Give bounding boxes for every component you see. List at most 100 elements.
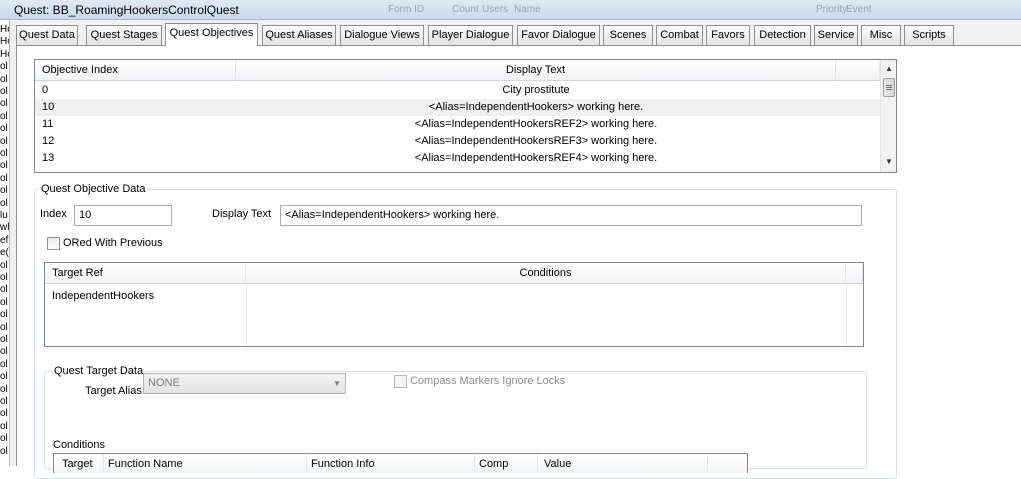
objective-data-group-label: Quest Objective Data [39, 183, 148, 195]
compass-checkbox[interactable] [394, 375, 407, 388]
column-comp[interactable]: Comp [475, 454, 538, 473]
tab-detection[interactable]: Detection [754, 25, 811, 45]
background-strip-text: Ho [0, 48, 9, 60]
background-strip-text: ol [0, 123, 8, 135]
objective-index-cell: 12 [42, 135, 55, 147]
list-item[interactable]: 13 <Alias=IndependentHookersREF4> working… [35, 150, 880, 167]
background-strip-text: ol [0, 135, 8, 147]
objective-index-cell: 0 [42, 84, 49, 96]
background-strip-text: ol [0, 110, 8, 122]
quest-objectives-panel: Objective Index Display Text 0 City prost… [16, 45, 1021, 479]
title-bar: Quest: BB_RoamingHookersControlQuest For… [0, 0, 1021, 20]
column-value[interactable]: Value [538, 454, 708, 473]
tab-quest-objectives[interactable]: Quest Objectives [165, 23, 258, 46]
tab-favors[interactable]: Favors [706, 25, 750, 45]
ghost-column-priority: Priority [816, 4, 848, 15]
objectives-list[interactable]: Objective Index Display Text 0 City prost… [34, 59, 897, 173]
background-strip-text: ol [0, 284, 8, 296]
background-strip-text: ef [0, 234, 9, 246]
background-strip-text: ol [0, 148, 8, 159]
tab-quest-stages[interactable]: Quest Stages [86, 25, 162, 45]
objective-index-cell: 13 [42, 152, 55, 164]
background-strip-text: ol [0, 408, 8, 420]
objective-text-cell: <Alias=IndependentHookersREF3> working h… [414, 135, 658, 147]
background-strip-text: ol [0, 160, 8, 172]
background-strip-text: ol [0, 309, 8, 321]
column-filler [708, 454, 747, 473]
background-strip-text: ol [0, 433, 8, 445]
column-target[interactable]: Target [54, 454, 104, 473]
background-strip-text: wl [0, 222, 10, 234]
list-item[interactable]: 11 <Alias=IndependentHookersREF2> working… [35, 116, 880, 133]
ghost-column-count: Count [452, 4, 479, 15]
objectives-list-header: Objective Index Display Text [35, 60, 880, 81]
objective-text-cell: <Alias=IndependentHookersREF2> working h… [414, 118, 658, 130]
tab-player-dialogue[interactable]: Player Dialogue [428, 25, 513, 45]
background-strip-text: ol [0, 73, 8, 85]
column-function-name[interactable]: Function Name [104, 454, 307, 473]
tab-misc[interactable]: Misc [861, 25, 901, 45]
table-row[interactable]: IndependentHookers [45, 288, 863, 305]
background-strip-text: ol [0, 259, 8, 271]
ghost-column-name: Name [514, 4, 541, 15]
conditions-list[interactable]: Target Function Name Function Info Comp … [53, 453, 748, 473]
scroll-down-icon[interactable]: ▼ [881, 154, 896, 170]
objective-text-cell: <Alias=IndependentHookers> working here. [428, 101, 644, 113]
ored-label: ORed With Previous [63, 237, 163, 249]
background-strip-text: lu [0, 210, 8, 221]
tab-favor-dialogue[interactable]: Favor Dialogue [517, 25, 600, 45]
objective-index-cell: 10 [42, 101, 55, 113]
targets-list[interactable]: Target Ref Conditions IndependentHookers [44, 262, 864, 347]
ored-checkbox[interactable] [47, 237, 60, 250]
display-text-input[interactable]: <Alias=IndependentHookers> working here. [280, 205, 862, 226]
background-strip-text: ol [0, 172, 8, 184]
tab-quest-aliases[interactable]: Quest Aliases [262, 25, 336, 45]
column-objective-index[interactable]: Objective Index [35, 60, 236, 81]
background-strip-text: ol [0, 396, 8, 407]
target-conditions-cell [250, 288, 840, 305]
index-input[interactable]: 10 [74, 205, 172, 226]
background-strip-text: Ho [0, 24, 9, 35]
ghost-column-event: Event [846, 4, 872, 15]
tab-quest-data[interactable]: Quest Data [16, 25, 78, 45]
scroll-thumb[interactable] [883, 78, 895, 97]
tab-scripts[interactable]: Scripts [904, 25, 954, 45]
targets-col-divider [246, 284, 247, 346]
list-item[interactable]: 12 <Alias=IndependentHookersREF3> working… [35, 133, 880, 150]
background-strip-text: ol [0, 334, 8, 345]
background-strip-text: ol [0, 296, 8, 308]
target-data-group-label: Quest Target Data [52, 365, 146, 377]
list-item[interactable]: 10 <Alias=IndependentHookers> working her… [35, 99, 880, 116]
background-strip-text: ol [0, 61, 8, 73]
target-alias-dropdown[interactable]: NONE ▼ [143, 373, 346, 394]
tab-scenes[interactable]: Scenes [603, 25, 653, 45]
tab-dialogue-views[interactable]: Dialogue Views [340, 25, 424, 45]
column-display-text[interactable]: Display Text [236, 60, 836, 81]
compass-label: Compass Markers Ignore Locks [410, 375, 566, 387]
background-strip-text: ol [0, 197, 8, 209]
background-strip-text: ol [0, 185, 8, 197]
tab-service[interactable]: Service [814, 25, 858, 45]
column-target-ref[interactable]: Target Ref [45, 263, 246, 284]
background-strip-text: ol [0, 321, 8, 333]
list-item[interactable]: 0 City prostitute [35, 82, 880, 99]
column-function-info[interactable]: Function Info [307, 454, 475, 473]
background-window-strip: HoHoHoololololololololololololluwlefe(ol… [0, 20, 10, 466]
display-text-label: Display Text [212, 208, 272, 220]
tab-combat[interactable]: Combat [656, 25, 703, 45]
objective-index-cell: 11 [42, 118, 54, 130]
background-strip-text: ol [0, 98, 8, 110]
background-strip-text: ol [0, 371, 8, 383]
column-conditions[interactable]: Conditions [246, 263, 846, 284]
scroll-up-icon[interactable]: ▲ [881, 61, 896, 77]
background-strip-text: ol [0, 86, 8, 97]
background-strip-text: e( [0, 247, 9, 259]
target-alias-value: NONE [148, 377, 180, 389]
objective-text-cell: City prostitute [502, 84, 570, 96]
targets-col-divider-2 [846, 284, 847, 346]
ghost-column-form-id: Form ID [388, 4, 425, 15]
objectives-scrollbar[interactable]: ▲ ▼ [880, 60, 896, 172]
column-filler [836, 60, 880, 81]
target-alias-label: Target Alias [85, 385, 142, 397]
window-title: Quest: BB_RoamingHookersControlQuest [14, 3, 239, 17]
